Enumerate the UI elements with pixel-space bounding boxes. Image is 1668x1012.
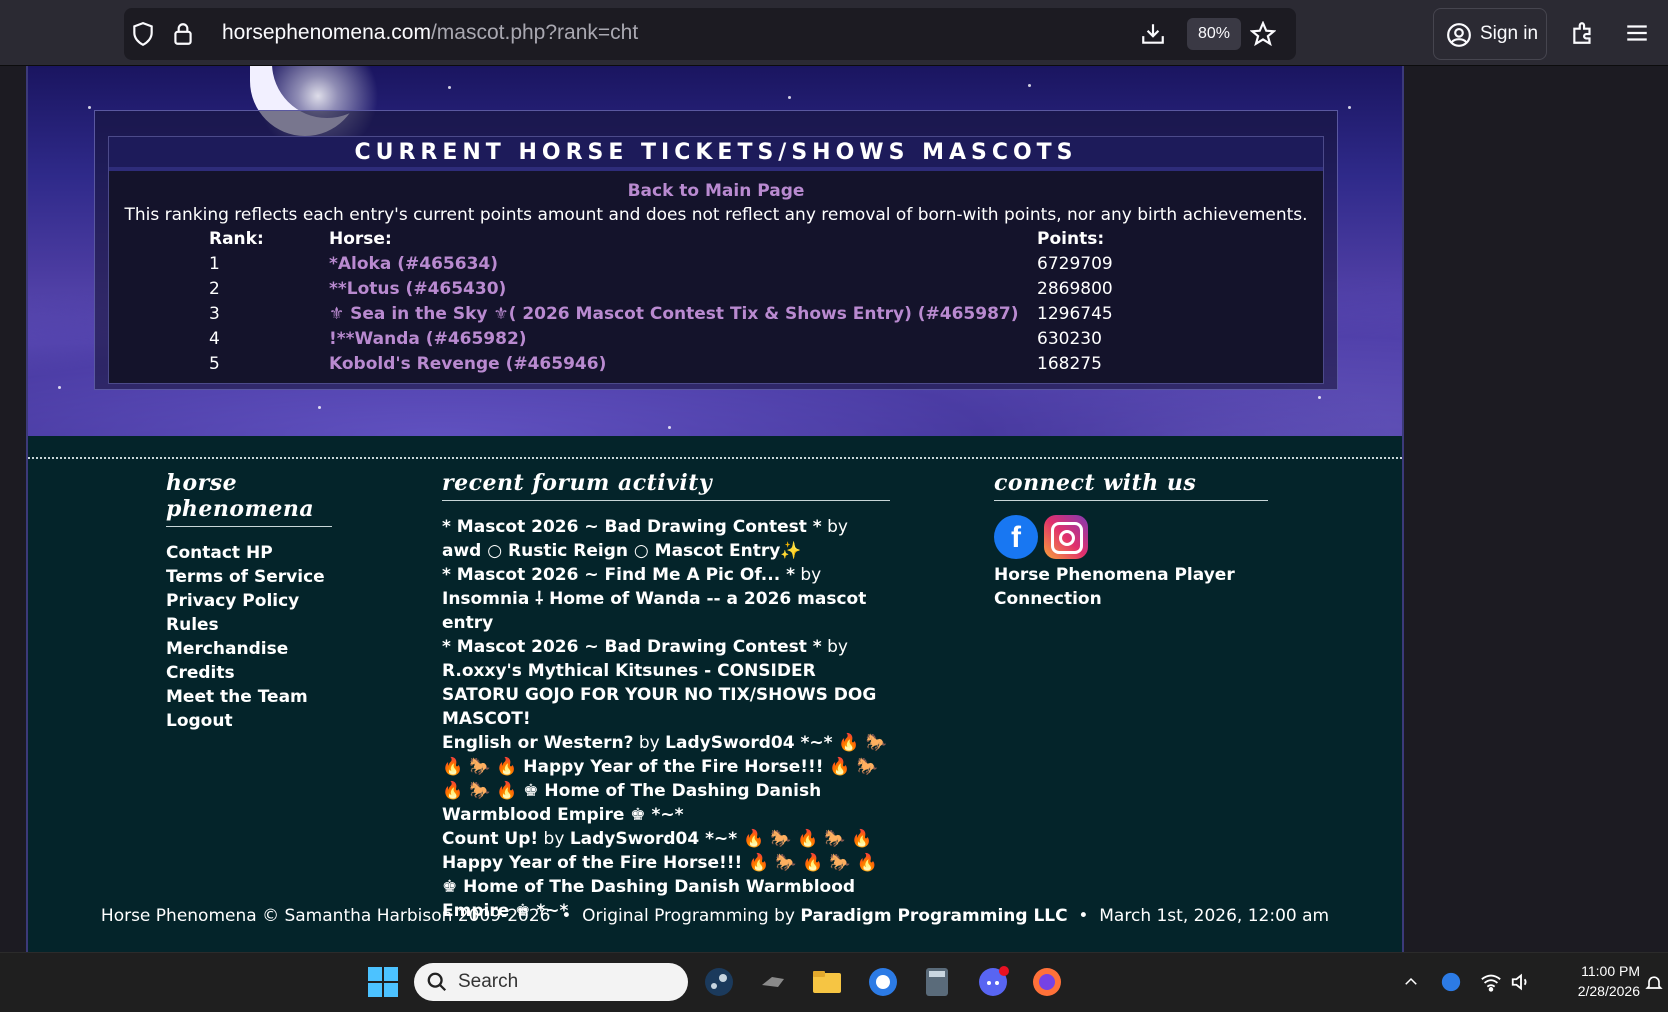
url-text[interactable]: horsephenomena.com/mascot.php?rank=cht: [222, 21, 638, 45]
points-header: Points:: [1037, 229, 1105, 249]
forum-item[interactable]: * Mascot 2026 ~ Find Me A Pic Of... * by…: [442, 563, 890, 635]
browser-app-icon[interactable]: [866, 965, 900, 999]
tray-app-icon[interactable]: [1440, 971, 1462, 993]
star: [788, 96, 791, 99]
star: [58, 386, 61, 389]
table-row: 1 *Aloka (#465634) 6729709: [209, 254, 1209, 278]
menu-icon[interactable]: [1624, 20, 1650, 46]
star: [1318, 396, 1321, 399]
forum-item[interactable]: * Mascot 2026 ~ Bad Drawing Contest * by…: [442, 515, 890, 563]
star: [1348, 106, 1351, 109]
star: [668, 426, 671, 429]
page-viewport: CURRENT HORSE TICKETS/SHOWS MASCOTS Back…: [0, 66, 1668, 952]
zoom-level[interactable]: 80%: [1187, 18, 1241, 50]
browser-toolbar: horsephenomena.com/mascot.php?rank=cht 8…: [0, 0, 1668, 66]
instagram-icon[interactable]: [1044, 515, 1088, 559]
facebook-icon[interactable]: f: [994, 515, 1038, 559]
footer-link-rules[interactable]: Rules: [166, 613, 332, 637]
horse-link[interactable]: **Lotus (#465430): [329, 279, 506, 299]
table-row: 4 !**Wanda (#465982) 630230: [209, 329, 1209, 353]
footer-link-logout[interactable]: Logout: [166, 709, 332, 733]
shield-icon[interactable]: [130, 21, 156, 47]
rank-header: Rank:: [209, 229, 264, 249]
star: [318, 406, 321, 409]
footer-hp-links: Contact HP Terms of Service Privacy Poli…: [166, 541, 332, 733]
footer-connect-column: connect with us f Horse Phenomena Player…: [994, 470, 1268, 611]
table-row: 2 **Lotus (#465430) 2869800: [209, 279, 1209, 303]
footer-hp-column: horse phenomena Contact HP Terms of Serv…: [166, 470, 332, 733]
horse-link[interactable]: ⚜ Sea in the Sky ⚜( 2026 Mascot Contest …: [329, 304, 1019, 324]
file-explorer-icon[interactable]: [810, 965, 844, 999]
star: [1028, 84, 1031, 87]
sign-in-button[interactable]: Sign in: [1433, 8, 1547, 60]
calculator-icon[interactable]: [920, 965, 954, 999]
points-cell: 1296745: [1037, 304, 1113, 324]
programming-link[interactable]: Paradigm Programming LLC: [800, 906, 1067, 926]
ranking-description: This ranking reflects each entry's curre…: [124, 205, 1308, 225]
footer-link-credits[interactable]: Credits: [166, 661, 332, 685]
taskbar-search[interactable]: Search: [414, 963, 688, 1001]
points-cell: 630230: [1037, 329, 1102, 349]
volume-icon[interactable]: [1510, 971, 1532, 993]
horse-link[interactable]: *Aloka (#465634): [329, 254, 498, 274]
footer-link-team[interactable]: Meet the Team: [166, 685, 332, 709]
rank-cell: 1: [209, 254, 220, 274]
footer-hp-heading: horse phenomena: [166, 470, 332, 527]
chevron-up-icon[interactable]: [1402, 973, 1420, 991]
footer-divider: [28, 457, 1402, 459]
site-container: CURRENT HORSE TICKETS/SHOWS MASCOTS Back…: [26, 66, 1404, 952]
table-row: 5 Kobold's Revenge (#465946) 168275: [209, 354, 1209, 378]
rank-cell: 2: [209, 279, 220, 299]
ranking-panel: CURRENT HORSE TICKETS/SHOWS MASCOTS Back…: [108, 136, 1324, 384]
account-icon: [1447, 23, 1471, 47]
firefox-icon[interactable]: [1030, 965, 1064, 999]
wifi-icon[interactable]: [1480, 971, 1502, 993]
star-icon[interactable]: [1250, 21, 1276, 47]
notification-bell-icon[interactable]: [1644, 973, 1664, 993]
horse-link[interactable]: Kobold's Revenge (#465946): [329, 354, 606, 374]
extensions-icon[interactable]: [1570, 20, 1596, 46]
windows-taskbar: Search 11:00 PM 2/28/2026: [0, 952, 1668, 1012]
player-connection-link[interactable]: Horse Phenomena Player Connection: [994, 563, 1268, 611]
search-icon: [427, 972, 447, 992]
server-date: March 1st, 2026, 12:00 am: [1099, 906, 1330, 926]
sign-in-label: Sign in: [1480, 23, 1539, 44]
lock-icon[interactable]: [170, 21, 196, 47]
social-icons: f: [994, 515, 1268, 559]
header-banner: CURRENT HORSE TICKETS/SHOWS MASCOTS Back…: [28, 66, 1402, 436]
horse-link[interactable]: !**Wanda (#465982): [329, 329, 527, 349]
download-icon[interactable]: [1140, 21, 1166, 47]
rank-cell: 5: [209, 354, 220, 374]
rank-cell: 4: [209, 329, 220, 349]
url-bar[interactable]: horsephenomena.com/mascot.php?rank=cht 8…: [124, 8, 1296, 60]
ranking-title: CURRENT HORSE TICKETS/SHOWS MASCOTS: [109, 137, 1323, 171]
footer-link-merchandise[interactable]: Merchandise: [166, 637, 332, 661]
footer-link-contact[interactable]: Contact HP: [166, 541, 332, 565]
forum-item[interactable]: * Mascot 2026 ~ Bad Drawing Contest * by…: [442, 635, 890, 731]
points-cell: 168275: [1037, 354, 1102, 374]
footer-forum-heading: recent forum activity: [442, 470, 890, 501]
horse-header: Horse:: [329, 229, 392, 249]
rank-cell: 3: [209, 304, 220, 324]
footer-connect-heading: connect with us: [994, 470, 1268, 501]
footer-forum-column: recent forum activity * Mascot 2026 ~ Ba…: [442, 470, 890, 923]
discord-icon[interactable]: [976, 965, 1010, 999]
back-to-main-link[interactable]: Back to Main Page: [109, 181, 1323, 201]
footer-link-privacy[interactable]: Privacy Policy: [166, 589, 332, 613]
star: [448, 86, 451, 89]
clock-date: 2/28/2026: [1577, 983, 1640, 999]
footer-link-terms[interactable]: Terms of Service: [166, 565, 332, 589]
taskbar-clock[interactable]: 11:00 PM 2/28/2026: [1540, 961, 1640, 1001]
clock-time: 11:00 PM: [1581, 963, 1640, 979]
game-app-icon[interactable]: [756, 965, 790, 999]
table-header: Rank: Horse: Points:: [209, 229, 1209, 253]
windows-start-icon[interactable]: [366, 965, 400, 999]
points-cell: 2869800: [1037, 279, 1113, 299]
forum-item[interactable]: English or Western? by LadySword04 *~* 🔥…: [442, 731, 890, 827]
table-row: 3 ⚜ Sea in the Sky ⚜( 2026 Mascot Contes…: [209, 304, 1209, 328]
points-cell: 6729709: [1037, 254, 1113, 274]
star: [88, 106, 91, 109]
copyright-line: Horse Phenomena © Samantha Harbison 2009…: [100, 906, 1330, 926]
steam-icon[interactable]: [702, 965, 736, 999]
